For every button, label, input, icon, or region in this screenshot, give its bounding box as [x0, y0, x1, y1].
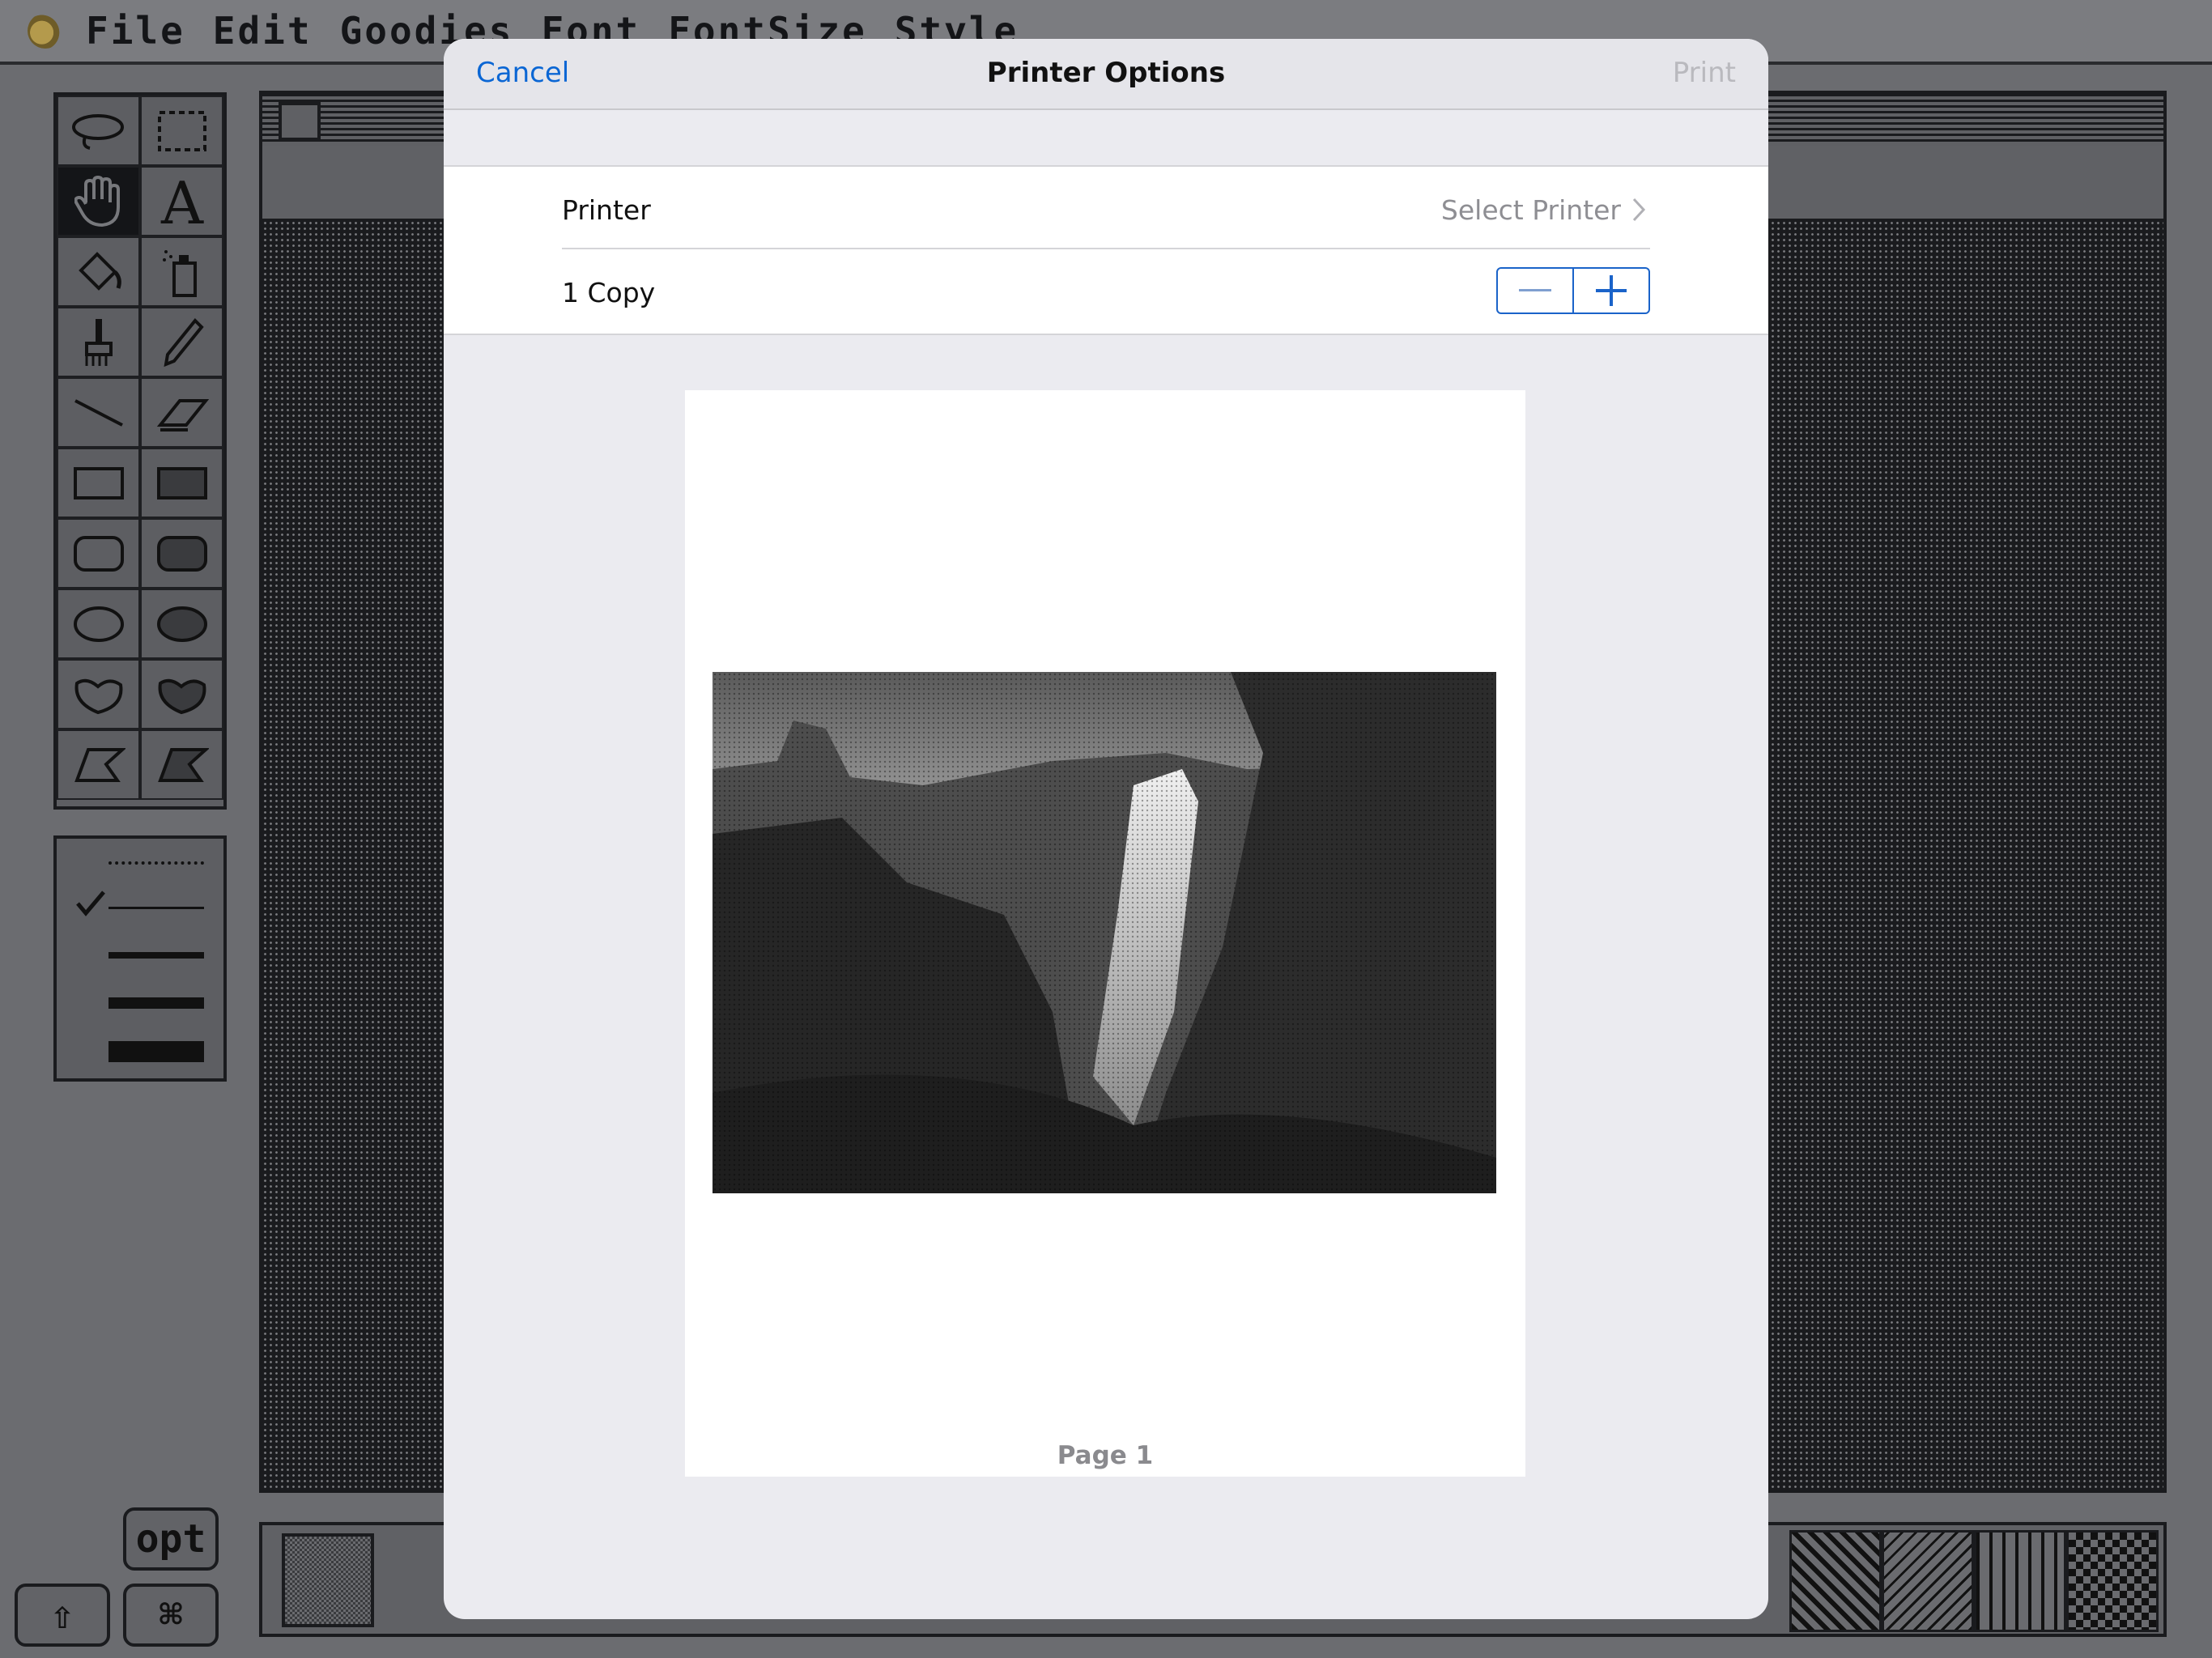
plus-icon [1596, 275, 1627, 306]
decrement-button[interactable] [1498, 269, 1572, 312]
checkmark-icon [76, 891, 105, 916]
lasso-icon[interactable] [57, 96, 140, 166]
oval-icon[interactable] [57, 589, 140, 659]
rectangle-icon[interactable] [57, 448, 140, 518]
menu-edit[interactable]: Edit [213, 9, 313, 53]
text-tool-icon[interactable]: A [140, 166, 223, 236]
close-box-icon[interactable] [279, 102, 321, 141]
minus-icon [1519, 289, 1551, 291]
spray-can-icon[interactable] [140, 236, 223, 307]
menu-file[interactable]: File [86, 9, 185, 53]
printer-options-sheet: Cancel Printer Options Print Printer Sel… [444, 39, 1768, 1619]
polygon-icon[interactable] [57, 729, 140, 800]
print-button[interactable]: Print [1673, 57, 1736, 89]
marquee-select-icon[interactable] [140, 96, 223, 166]
freeform-shape-icon[interactable] [57, 659, 140, 729]
pattern-swatch[interactable] [1789, 1530, 1882, 1632]
navigation-bar: Cancel Printer Options Print [444, 39, 1768, 110]
rounded-rectangle-icon[interactable] [57, 518, 140, 589]
copies-stepper [1496, 267, 1650, 314]
printer-label: Printer [562, 194, 651, 226]
chevron-right-icon [1632, 198, 1646, 222]
print-preview-page[interactable]: Page 1 [685, 390, 1525, 1477]
dialog-title: Printer Options [986, 57, 1226, 89]
shift-key[interactable]: ⇧ [15, 1584, 110, 1647]
pattern-swatch[interactable] [1974, 1530, 2066, 1632]
filled-rounded-rectangle-icon[interactable] [140, 518, 223, 589]
page-number-label: Page 1 [1057, 1441, 1154, 1470]
select-printer-value: Select Printer [1440, 194, 1621, 226]
waterfall-photo-preview [713, 672, 1496, 1193]
line-width-2[interactable] [108, 952, 204, 959]
filled-rectangle-icon[interactable] [140, 448, 223, 518]
printer-row[interactable]: Printer Select Printer [444, 167, 1768, 248]
pattern-swatch[interactable] [2066, 1530, 2159, 1632]
row-divider [562, 248, 1650, 249]
pencil-icon[interactable] [140, 307, 223, 377]
line-width-dotted[interactable] [108, 861, 204, 865]
tool-palette: A [53, 92, 227, 810]
option-key[interactable]: opt [123, 1507, 219, 1571]
filled-oval-icon[interactable] [140, 589, 223, 659]
filled-freeform-shape-icon[interactable] [140, 659, 223, 729]
command-key[interactable]: ⌘ [123, 1584, 219, 1647]
grabber-hand-icon[interactable] [57, 166, 140, 236]
line-width-4[interactable] [108, 1041, 204, 1062]
increment-button[interactable] [1572, 269, 1648, 312]
paint-bucket-icon[interactable] [57, 236, 140, 307]
banana-logo-icon[interactable] [28, 13, 63, 49]
line-tool-icon[interactable] [57, 377, 140, 448]
pattern-swatch[interactable] [1882, 1530, 1974, 1632]
filled-polygon-icon[interactable] [140, 729, 223, 800]
eraser-icon[interactable] [140, 377, 223, 448]
svg-text:A: A [160, 175, 204, 228]
printer-settings-group: Printer Select Printer 1 Copy [444, 165, 1768, 335]
line-width-palette [53, 835, 227, 1082]
current-pattern-swatch [282, 1533, 374, 1627]
line-width-1[interactable] [108, 907, 204, 909]
line-width-3[interactable] [108, 997, 204, 1009]
paintbrush-icon[interactable] [57, 307, 140, 377]
copies-label: 1 Copy [562, 277, 656, 308]
